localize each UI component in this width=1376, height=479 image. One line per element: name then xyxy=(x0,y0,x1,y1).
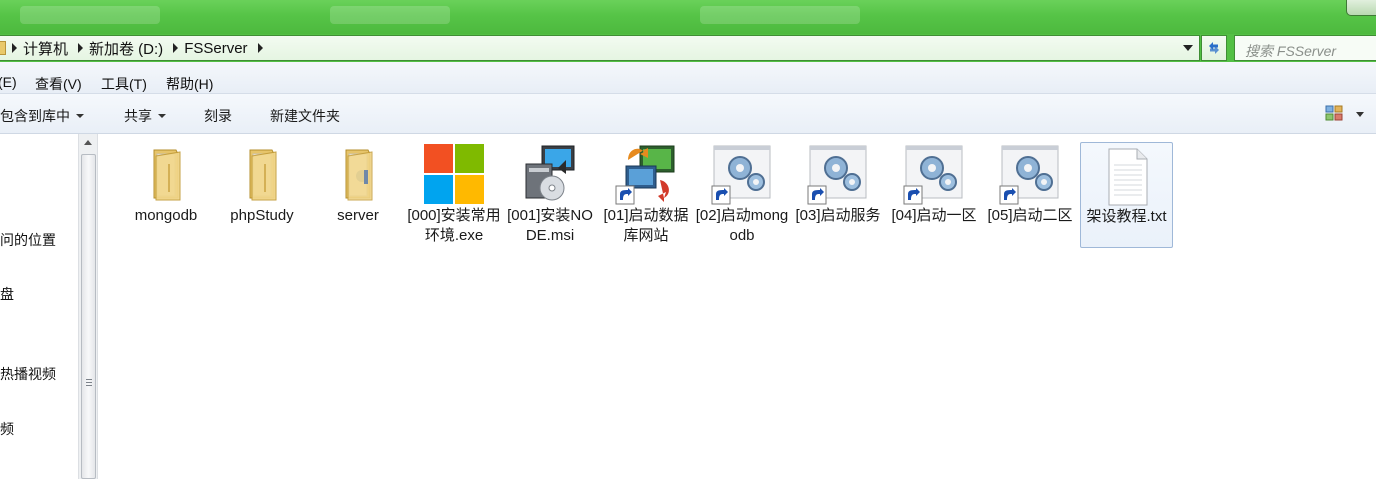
command-toolbar: 包含到库中 共享 刻录 新建文件夹 xyxy=(0,94,1376,134)
file-name: [04]启动一区 xyxy=(891,207,977,224)
new-folder-label: 新建文件夹 xyxy=(270,108,340,124)
nav-item-hot-videos[interactable]: 热播视频 xyxy=(0,364,56,384)
installer-icon xyxy=(525,145,575,201)
navigation-pane: 问的位置 盘 热播视频 频 xyxy=(0,134,78,479)
share-button[interactable]: 共享 xyxy=(124,106,166,126)
breadcrumb: 计算机 新加卷 (D:) FSServer xyxy=(0,36,267,60)
address-bar[interactable]: 计算机 新加卷 (D:) FSServer xyxy=(0,35,1200,61)
chevron-right-icon[interactable] xyxy=(257,43,263,53)
nav-item-videos[interactable]: 频 xyxy=(0,419,14,439)
chevron-right-icon[interactable] xyxy=(78,43,84,53)
nav-item-recent-places[interactable]: 问的位置 xyxy=(0,230,56,250)
menu-help[interactable]: 帮助(H) xyxy=(166,74,213,94)
burn-label: 刻录 xyxy=(204,108,232,124)
file-item-install-node-msi[interactable]: [001]安装NODE.msi xyxy=(503,140,597,270)
scroll-thumb[interactable] xyxy=(81,154,96,479)
view-options-dropdown[interactable] xyxy=(1356,112,1364,117)
menu-tools[interactable]: 工具(T) xyxy=(101,74,147,94)
file-item-start-zone-1[interactable]: [04]启动一区 xyxy=(887,140,981,270)
file-item-mongodb[interactable]: mongodb xyxy=(119,140,213,270)
file-item-phpstudy[interactable]: phpStudy xyxy=(215,140,309,270)
chevron-right-icon[interactable] xyxy=(12,43,17,53)
file-item-start-zone-2[interactable]: [05]启动二区 xyxy=(983,140,1077,270)
menu-edit[interactable]: (E) xyxy=(0,74,17,90)
text-file-icon xyxy=(1108,148,1148,206)
include-in-library-label: 包含到库中 xyxy=(0,108,70,124)
refresh-button[interactable] xyxy=(1201,35,1227,61)
share-label: 共享 xyxy=(124,108,152,124)
breadcrumb-computer[interactable]: 计算机 xyxy=(21,38,74,59)
file-name: [001]安装NODE.msi xyxy=(507,207,593,244)
network-shortcut-icon xyxy=(615,145,675,205)
menu-bar: (E) 查看(V) 工具(T) 帮助(H) xyxy=(0,62,1376,94)
file-name: 架设教程.txt xyxy=(1086,208,1167,225)
address-row: 计算机 新加卷 (D:) FSServer 搜索 FSServer xyxy=(0,34,1376,62)
gear-shortcut-icon xyxy=(711,145,771,205)
burn-button[interactable]: 刻录 xyxy=(204,106,232,126)
file-name: server xyxy=(337,207,379,224)
file-name: mongodb xyxy=(134,207,198,224)
title-bar xyxy=(0,0,1376,34)
nav-scrollbar[interactable] xyxy=(78,134,98,479)
address-history-dropdown[interactable] xyxy=(1183,45,1193,51)
breadcrumb-drive[interactable]: 新加卷 (D:) xyxy=(87,38,169,59)
menu-view[interactable]: 查看(V) xyxy=(35,74,82,94)
file-name: phpStudy xyxy=(230,207,294,224)
windows-logo-icon xyxy=(424,144,484,204)
gear-shortcut-icon xyxy=(999,145,1059,205)
new-folder-button[interactable]: 新建文件夹 xyxy=(270,106,340,126)
window-control-button[interactable] xyxy=(1346,0,1376,16)
refresh-icon xyxy=(1209,42,1219,54)
search-input[interactable]: 搜索 FSServer xyxy=(1234,35,1376,61)
chevron-down-icon xyxy=(158,114,166,118)
file-name: [000]安装常用环境.exe xyxy=(407,207,501,244)
file-name: [02]启动mongodb xyxy=(695,207,789,244)
file-name: [05]启动二区 xyxy=(987,207,1073,224)
change-view-icon[interactable] xyxy=(1325,105,1343,121)
file-item-start-db-site[interactable]: [01]启动数据库网站 xyxy=(599,140,693,270)
file-item-setup-guide-txt[interactable]: 架设教程.txt xyxy=(1080,142,1173,248)
file-item-start-mongodb[interactable]: [02]启动mongodb xyxy=(695,140,789,270)
file-list: mongodb phpStudy server [000]安装常用环境.exe … xyxy=(99,134,1376,479)
breadcrumb-folder[interactable]: FSServer xyxy=(182,40,253,57)
file-name: [01]启动数据库网站 xyxy=(603,207,689,244)
folder-icon xyxy=(249,149,277,201)
file-item-start-service[interactable]: [03]启动服务 xyxy=(791,140,885,270)
file-item-install-env-exe[interactable]: [000]安装常用环境.exe xyxy=(407,140,501,270)
folder-icon xyxy=(0,41,6,55)
folder-icon xyxy=(153,149,181,201)
include-in-library-button[interactable]: 包含到库中 xyxy=(0,106,84,126)
chevron-down-icon xyxy=(76,114,84,118)
chevron-right-icon[interactable] xyxy=(173,43,179,53)
scroll-up-arrow-icon[interactable] xyxy=(84,140,92,145)
file-item-server[interactable]: server xyxy=(311,140,405,270)
search-placeholder: 搜索 FSServer xyxy=(1245,43,1337,59)
folder-icon xyxy=(345,149,373,201)
gear-shortcut-icon xyxy=(807,145,867,205)
nav-item-disk[interactable]: 盘 xyxy=(0,284,14,304)
gear-shortcut-icon xyxy=(903,145,963,205)
file-name: [03]启动服务 xyxy=(795,207,881,224)
